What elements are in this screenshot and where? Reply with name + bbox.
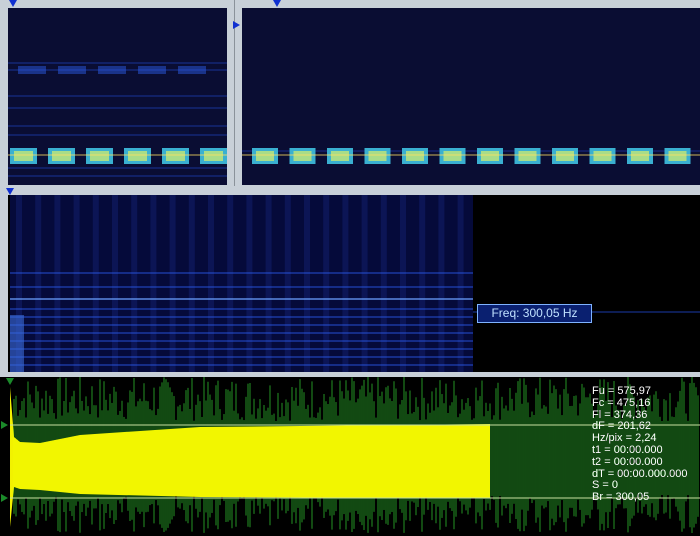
time-band — [169, 195, 176, 372]
time-band — [35, 195, 42, 372]
tone-block-core — [631, 151, 649, 161]
tone-block-core — [256, 151, 274, 161]
right-panel-marker[interactable] — [273, 0, 281, 7]
tone-block-core — [52, 151, 71, 161]
time-band — [419, 195, 426, 372]
time-band — [342, 195, 349, 372]
tone-block-core — [14, 151, 33, 161]
time-band — [112, 195, 118, 372]
faint-band — [178, 66, 206, 74]
time-band — [92, 195, 99, 372]
tone-block-core — [293, 151, 312, 161]
time-band — [131, 195, 138, 372]
tone-block-core — [443, 151, 462, 161]
tone-block-core — [204, 151, 223, 161]
faint-band — [98, 66, 126, 74]
t1-value: t1 = 00:00.000 — [592, 443, 663, 456]
time-band — [400, 195, 406, 372]
tone-block-core — [331, 151, 349, 161]
faint-band — [18, 66, 46, 74]
detail-panel-marker[interactable] — [6, 188, 14, 195]
fc-value: Fc = 475,16 — [592, 396, 651, 409]
tone-block-core — [406, 151, 424, 161]
time-band — [227, 195, 234, 372]
right-panel-side-marker[interactable] — [233, 21, 240, 29]
faint-band — [58, 66, 86, 74]
time-band — [304, 195, 310, 372]
faint-band — [138, 66, 166, 74]
time-band — [438, 195, 445, 372]
time-band — [54, 195, 61, 372]
spectrogram-right-canvas — [242, 148, 700, 164]
tone-block-core — [166, 151, 185, 161]
waveform-start-marker[interactable] — [6, 378, 14, 385]
time-band — [323, 195, 330, 372]
spectrogram-overview-right[interactable] — [242, 8, 700, 185]
time-band — [265, 195, 272, 372]
left-panel-marker[interactable] — [9, 0, 17, 7]
br-value: Br = 300,05 — [592, 491, 650, 504]
upper-boundary-marker[interactable] — [1, 421, 8, 429]
time-band — [73, 195, 80, 372]
spectrogram-left-canvas — [8, 62, 227, 177]
tone-block-core — [518, 151, 537, 161]
frequency-tooltip: Freq: 300,05 Hz — [477, 304, 592, 323]
time-band — [188, 195, 195, 372]
tone-blocks-left — [8, 148, 227, 164]
time-band — [457, 195, 464, 372]
time-band — [208, 195, 214, 372]
spectrogram-detail[interactable] — [8, 195, 700, 372]
t2-value: t2 = 00:00.000 — [592, 455, 663, 468]
spectrogram-detail-canvas — [10, 195, 700, 372]
tone-blocks-right — [252, 148, 691, 164]
tone-block-core — [556, 151, 574, 161]
time-band — [150, 195, 157, 372]
tone-block-core — [481, 151, 499, 161]
time-band — [284, 195, 291, 372]
tone-block-core — [593, 151, 612, 161]
spectrogram-horizontal-lines — [8, 62, 227, 177]
tone-block-core — [368, 151, 387, 161]
time-band — [380, 195, 387, 372]
tone-block-core — [668, 151, 687, 161]
spectrogram-overview-left[interactable] — [8, 8, 227, 185]
measurement-readout: Fu = 575,97 Fc = 475,16 Fl = 374,36 dF =… — [592, 385, 688, 504]
time-band — [361, 195, 368, 372]
lower-boundary-marker[interactable] — [1, 494, 8, 502]
time-band — [246, 195, 253, 372]
tone-block-core — [90, 151, 109, 161]
tone-block-core — [128, 151, 147, 161]
